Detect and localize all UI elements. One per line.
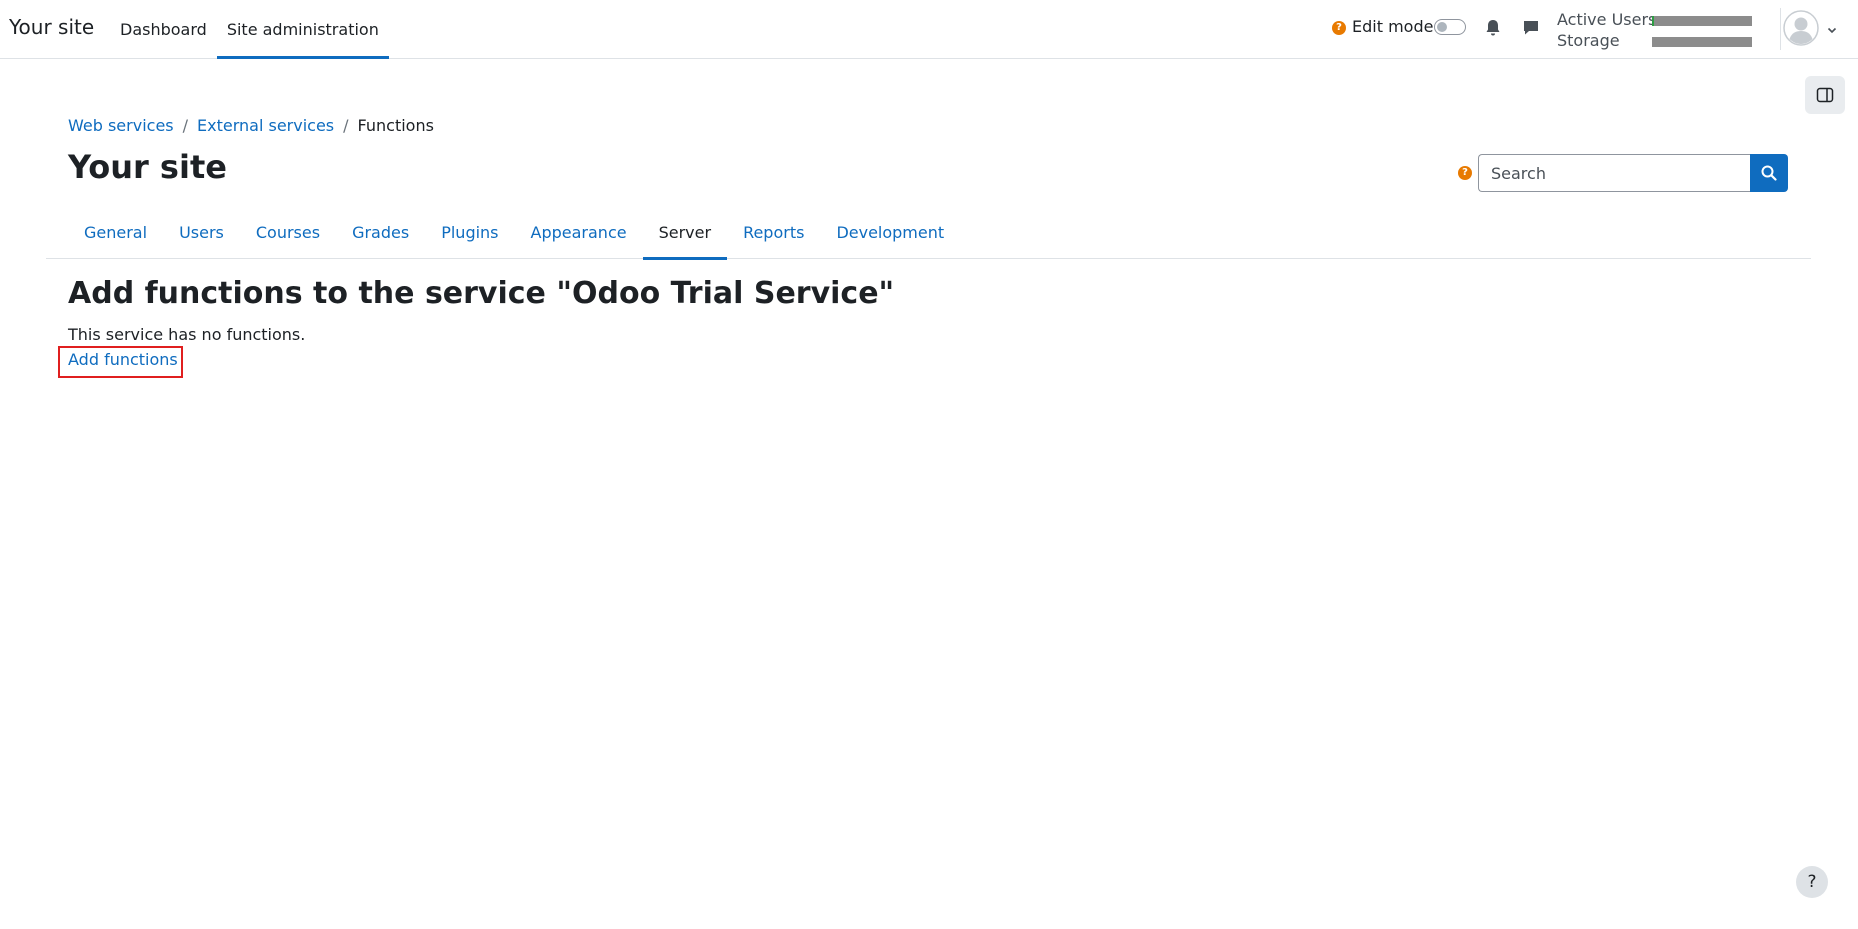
- tab-server[interactable]: Server: [642, 207, 728, 260]
- active-users-label: Active Users: [1557, 10, 1657, 29]
- search-icon: [1761, 165, 1777, 181]
- bell-icon[interactable]: [1485, 19, 1505, 39]
- search-input[interactable]: [1478, 154, 1751, 192]
- breadcrumb-functions: Functions: [357, 116, 434, 135]
- chevron-down-icon[interactable]: [1826, 21, 1838, 34]
- edit-mode-toggle[interactable]: [1434, 19, 1466, 35]
- breadcrumb-separator: /: [343, 116, 349, 135]
- tab-appearance[interactable]: Appearance: [515, 207, 643, 260]
- breadcrumb-separator: /: [182, 116, 189, 135]
- empty-functions-message: This service has no functions.: [68, 325, 306, 344]
- tab-grades[interactable]: Grades: [336, 207, 425, 260]
- tab-general[interactable]: General: [68, 207, 163, 260]
- primary-nav: Dashboard Site administration: [110, 0, 389, 59]
- nav-dashboard[interactable]: Dashboard: [110, 0, 217, 59]
- breadcrumb: Web services / External services / Funct…: [68, 116, 434, 135]
- tab-reports[interactable]: Reports: [727, 207, 820, 260]
- tab-plugins[interactable]: Plugins: [425, 207, 514, 260]
- toggle-knob: [1437, 22, 1447, 32]
- storage-row: Storage: [1557, 31, 1757, 52]
- user-avatar-icon[interactable]: [1783, 10, 1819, 46]
- search-button[interactable]: [1750, 154, 1788, 192]
- active-users-fill: [1652, 16, 1654, 26]
- storage-bar: [1652, 37, 1752, 47]
- question-circle-icon[interactable]: ?: [1332, 21, 1346, 35]
- edit-mode-label: Edit mode: [1352, 17, 1434, 36]
- active-users-bar: [1652, 16, 1752, 26]
- breadcrumb-external-services[interactable]: External services: [197, 116, 334, 135]
- tab-courses[interactable]: Courses: [240, 207, 336, 260]
- nav-site-administration[interactable]: Site administration: [216, 0, 389, 59]
- footer-help-button[interactable]: ?: [1796, 866, 1828, 898]
- breadcrumb-web-services[interactable]: Web services: [68, 116, 174, 135]
- admin-tabs: General Users Courses Grades Plugins App…: [46, 207, 1811, 260]
- chat-bubble-icon[interactable]: [1522, 19, 1542, 39]
- tab-development[interactable]: Development: [820, 207, 960, 260]
- page-title: Your site: [68, 148, 227, 186]
- tab-users[interactable]: Users: [163, 207, 240, 260]
- question-circle-icon[interactable]: ?: [1458, 166, 1472, 180]
- top-navbar: Your site Dashboard Site administration …: [0, 0, 1858, 59]
- navbar-divider: [1780, 8, 1781, 50]
- add-functions-link[interactable]: Add functions: [58, 346, 183, 378]
- sidebar-toggle-icon[interactable]: [1805, 76, 1845, 114]
- storage-label: Storage: [1557, 31, 1620, 50]
- section-heading: Add functions to the service "Odoo Trial…: [68, 276, 895, 311]
- site-brand[interactable]: Your site: [9, 15, 94, 39]
- active-users-row: Active Users: [1557, 10, 1757, 31]
- usage-indicators: Active Users Storage: [1557, 10, 1757, 52]
